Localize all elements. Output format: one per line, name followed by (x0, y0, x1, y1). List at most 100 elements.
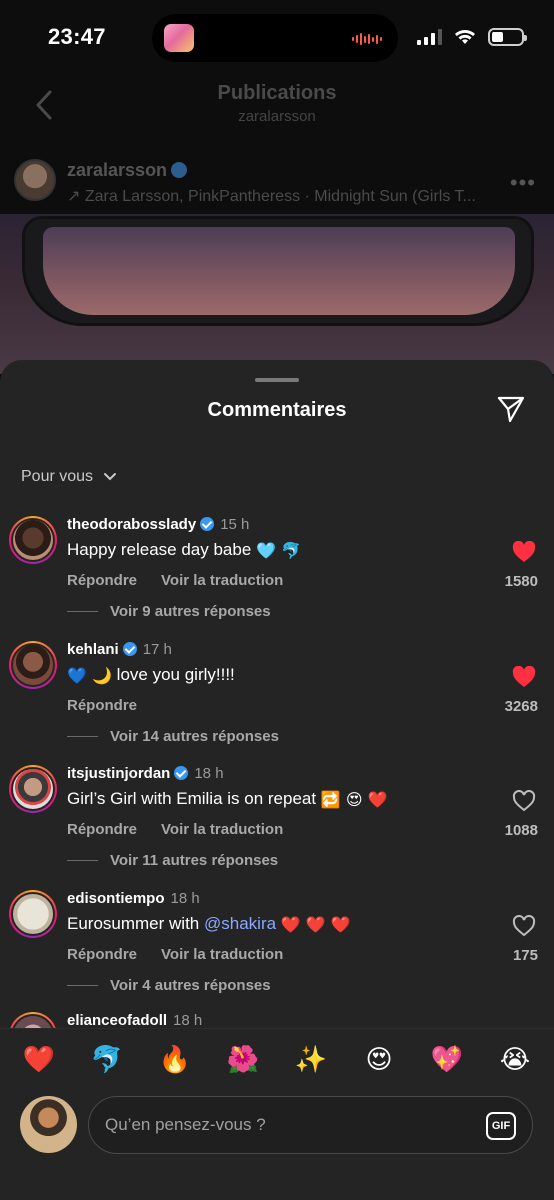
post-author-username[interactable]: zaralarsson (67, 160, 188, 181)
post-author-name: zaralarsson (67, 160, 168, 180)
heart-outline-icon[interactable] (512, 790, 536, 812)
reply-button[interactable]: Répondre (67, 946, 137, 963)
view-replies-button[interactable]: Voir 11 autres réponses (67, 852, 278, 869)
comment-username-row: itsjustinjordan 18 h (67, 765, 224, 782)
comment-composer: ❤️ 🐬 🔥 🌺 ✨ 😍 💖 😭 Qu’en pensez-vous ? GIF (0, 1028, 554, 1200)
view-replies-button[interactable]: Voir 4 autres réponses (67, 977, 271, 994)
comment-actions: Répondre Voir la traduction (67, 946, 283, 963)
comment-actions: Répondre Voir la traduction (67, 821, 283, 838)
translate-button[interactable]: Voir la traduction (161, 572, 283, 589)
comment-item: edisontiempo 18 h Eurosummer with @shakir… (0, 890, 554, 1010)
comment-avatar[interactable] (9, 765, 57, 813)
comment-text-body: Eurosummer with (67, 914, 200, 933)
dynamic-island[interactable] (152, 14, 398, 62)
gif-button[interactable]: GIF (486, 1112, 516, 1140)
comment-avatar[interactable] (9, 516, 57, 564)
post-header: zaralarsson ↗ Zara Larsson, PinkPanthere… (0, 150, 554, 214)
audio-waveform-icon (352, 33, 382, 45)
comment-emoji: 🔁 😍 ❤️ (320, 790, 388, 809)
status-icons (417, 28, 527, 46)
comment-username[interactable]: elianceofadoll (67, 1012, 167, 1029)
comment-item: kehlani 17 h 💙 🌙 love you girly!!!! Répon… (0, 641, 554, 761)
comment-actions: Répondre Voir la traduction (67, 572, 283, 589)
post-image (0, 214, 554, 374)
heart-filled-icon[interactable] (512, 541, 536, 563)
comment-emoji: 🩵 🐬 (256, 541, 301, 560)
quick-reactions-bar: ❤️ 🐬 🔥 🌺 ✨ 😍 💖 😭 (0, 1043, 554, 1083)
verified-badge-icon (171, 162, 188, 178)
battery-icon (488, 28, 527, 46)
reaction-dolphin[interactable]: 🐬 (90, 1043, 124, 1077)
view-replies-label: Voir 4 autres réponses (110, 977, 271, 994)
reply-button[interactable]: Répondre (67, 572, 137, 589)
comment-text: Happy release day babe 🩵 🐬 (67, 540, 301, 560)
sort-dropdown[interactable]: Pour vous (21, 468, 117, 486)
comment-text-body: Girl’s Girl with Emilia is on repeat (67, 789, 317, 808)
share-icon[interactable] (496, 394, 526, 424)
comment-text-body: love you girly!!!! (116, 665, 235, 684)
arrow-up-right-icon: ↗ (67, 188, 81, 205)
now-playing-artwork (164, 24, 194, 52)
view-replies-button[interactable]: Voir 9 autres réponses (67, 603, 271, 620)
comment-username[interactable]: edisontiempo (67, 890, 165, 907)
reply-button[interactable]: Répondre (67, 821, 137, 838)
rearview-mirror-graphic (22, 216, 534, 326)
status-time: 23:47 (48, 24, 106, 49)
comment-text-body: Happy release day babe (67, 540, 252, 559)
reply-button[interactable]: Répondre (67, 697, 137, 714)
sheet-drag-handle[interactable] (255, 378, 299, 382)
sort-label: Pour vous (21, 468, 94, 485)
comment-username[interactable]: theodorabosslady (67, 516, 196, 533)
cellular-signal-icon (417, 29, 442, 45)
comment-avatar[interactable] (9, 890, 57, 938)
comment-username-row: kehlani 17 h (67, 641, 172, 658)
post-music-label[interactable]: ↗ Zara Larsson, PinkPantheress · Midnigh… (67, 186, 476, 206)
comment-avatar[interactable] (9, 641, 57, 689)
reaction-hibiscus[interactable]: 🌺 (226, 1043, 260, 1077)
comment-username[interactable]: kehlani (67, 641, 119, 658)
heart-outline-icon[interactable] (512, 915, 536, 937)
current-user-avatar (20, 1096, 77, 1153)
view-replies-label: Voir 14 autres réponses (110, 728, 279, 745)
comment-item: itsjustinjordan 18 h Girl’s Girl with Emi… (0, 765, 554, 885)
wifi-icon (455, 30, 475, 44)
comment-text: Girl’s Girl with Emilia is on repeat 🔁 😍… (67, 789, 388, 809)
reaction-fire[interactable]: 🔥 (158, 1043, 192, 1077)
translate-button[interactable]: Voir la traduction (161, 946, 283, 963)
comment-input[interactable]: Qu’en pensez-vous ? GIF (88, 1096, 533, 1154)
comment-time: 18 h (173, 1012, 203, 1029)
like-count: 1088 (504, 822, 538, 839)
comment-username-row: edisontiempo 18 h (67, 890, 200, 907)
translate-button[interactable]: Voir la traduction (161, 821, 283, 838)
like-count: 3268 (504, 698, 538, 715)
comment-username-row: elianceofadoll 18 h (67, 1012, 202, 1029)
post-music-text: Zara Larsson, PinkPantheress · Midnight … (84, 188, 476, 205)
page-title: Publications (217, 82, 337, 104)
verified-badge-icon (174, 766, 189, 780)
reaction-sparkles[interactable]: ✨ (294, 1043, 328, 1077)
reaction-heart[interactable]: ❤️ (22, 1043, 56, 1077)
comment-username-row: theodorabosslady 15 h (67, 516, 249, 533)
comment-emoji: 💙 🌙 (67, 666, 112, 685)
like-count: 1580 (504, 573, 538, 590)
heart-filled-icon[interactable] (512, 666, 536, 688)
reaction-sparkling-heart[interactable]: 💖 (430, 1043, 464, 1077)
comment-time: 18 h (194, 765, 224, 782)
view-replies-label: Voir 9 autres réponses (110, 603, 271, 620)
comment-username[interactable]: itsjustinjordan (67, 765, 170, 782)
comment-mention-link[interactable]: @shakira (204, 914, 276, 933)
comment-item: theodorabosslady 15 h Happy release day b… (0, 516, 554, 636)
page-subtitle: zaralarsson (238, 108, 316, 125)
comment-text: Eurosummer with @shakira ❤️ ❤️ ❤️ (67, 914, 351, 934)
comment-actions: Répondre (67, 697, 137, 714)
like-count: 175 (512, 947, 538, 964)
more-options-icon[interactable]: ••• (510, 170, 536, 196)
reaction-crying[interactable]: 😭 (498, 1043, 532, 1077)
post-author-avatar[interactable] (14, 159, 56, 201)
reaction-heart-eyes[interactable]: 😍 (362, 1043, 396, 1077)
view-replies-button[interactable]: Voir 14 autres réponses (67, 728, 279, 745)
status-bar: 23:47 (0, 0, 554, 75)
view-replies-label: Voir 11 autres réponses (110, 852, 279, 869)
comment-time: 18 h (170, 890, 200, 907)
verified-badge-icon (122, 642, 137, 656)
